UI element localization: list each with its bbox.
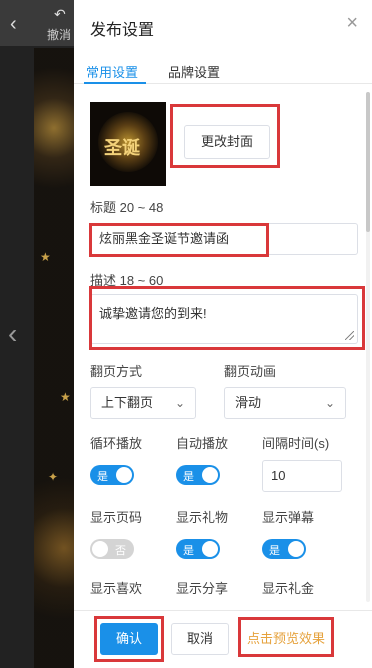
star-decoration: ✦ [48,470,59,484]
scrollbar-thumb[interactable] [366,92,370,232]
show-share-label: 显示分享 [176,581,229,596]
chevron-down-icon: ⌄ [174,396,185,410]
tab-common-settings[interactable]: 常用设置 [86,62,138,81]
cover-image: 圣诞 [90,102,166,186]
interval-label: 间隔时间(s) [262,436,330,451]
toggle-knob [92,541,108,557]
panel-header: 发布设置 × [74,0,372,48]
loop-play-label: 循环播放 [90,436,143,451]
show-gift-toggle[interactable]: 是 [176,539,220,559]
page-turn-mode-value: 上下翻页 [101,395,154,410]
page-turn-animation-label: 翻页动画 [224,364,277,379]
show-gift-label: 显示礼物 [176,510,229,525]
preview-link[interactable]: 点击预览效果 [247,628,325,647]
toggle-knob [288,541,304,557]
show-like-label: 显示喜欢 [90,581,143,596]
cover-image-text: 圣诞 [104,138,140,159]
toggle-state-text: 是 [183,545,194,557]
change-cover-button[interactable]: 更改封面 [184,125,270,159]
editor-background: ★ ★ ✦ ‹ ↶ 撤消 ‹ [0,0,74,668]
page-turn-animation-value: 滑动 [235,395,262,410]
highlight-box [89,286,365,350]
star-decoration: ★ [60,390,71,404]
toggle-knob [202,541,218,557]
tab-brand-settings[interactable]: 品牌设置 [168,62,220,81]
toggle-state-text: 否 [115,545,126,557]
canvas-preview [34,48,74,668]
show-cash-gift-label: 显示礼金 [262,581,315,596]
page-turn-mode-label: 翻页方式 [90,364,143,379]
prev-page-icon[interactable]: ‹ [8,318,17,350]
highlight-box [94,616,164,662]
autoplay-label: 自动播放 [176,436,229,451]
toggle-state-text: 是 [269,545,280,557]
panel-title: 发布设置 [90,22,155,39]
show-page-number-toggle[interactable]: 否 [90,539,134,559]
toggle-knob [202,467,218,483]
chevron-down-icon: ⌄ [324,396,335,410]
panel-footer: 确认 取消 点击预览效果 [74,610,372,668]
settings-tabs: 常用设置 品牌设置 [74,48,372,84]
autoplay-toggle[interactable]: 是 [176,465,220,485]
highlight-box [89,223,269,257]
close-icon[interactable]: × [346,13,358,33]
toggle-state-text: 是 [97,471,108,483]
cancel-button[interactable]: 取消 [171,623,229,655]
page-turn-mode-select[interactable]: 上下翻页 ⌄ [90,387,196,419]
toggle-state-text: 是 [183,471,194,483]
interval-input[interactable]: 10 [262,460,342,492]
undo-label[interactable]: 撤消 [47,26,71,43]
show-danmaku-label: 显示弹幕 [262,510,315,525]
publish-settings-panel: 发布设置 × 常用设置 品牌设置 圣诞 更改封面 标题 20 ~ 48 炫丽黑金… [74,0,372,668]
title-label: 标题 20 ~ 48 [90,200,164,215]
undo-icon[interactable]: ↶ [54,6,66,23]
back-icon[interactable]: ‹ [10,14,17,34]
settings-form: 圣诞 更改封面 标题 20 ~ 48 炫丽黑金圣诞节邀请函 描述 18 ~ 60… [74,85,372,610]
show-page-number-label: 显示页码 [90,510,143,525]
show-danmaku-toggle[interactable]: 是 [262,539,306,559]
toggle-knob [116,467,132,483]
star-decoration: ★ [40,250,51,264]
loop-play-toggle[interactable]: 是 [90,465,134,485]
page-turn-animation-select[interactable]: 滑动 ⌄ [224,387,346,419]
active-tab-indicator [84,82,146,84]
